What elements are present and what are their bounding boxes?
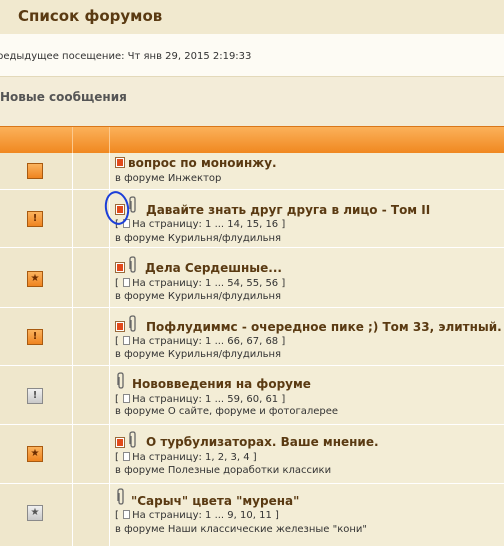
- table-header: [0, 126, 504, 154]
- topic-pagination[interactable]: [ На страницу: 1 ... 59, 60, 61 ]: [115, 394, 285, 405]
- unread-post-icon[interactable]: [115, 262, 125, 273]
- topic-title-link[interactable]: Давайте знать друг друга в лицо - Том II: [146, 203, 430, 217]
- topic-title-link[interactable]: Нововведения на форуме: [132, 377, 311, 391]
- page-title[interactable]: Список форумов: [18, 7, 162, 25]
- topic-forum[interactable]: в форуме Курильня/флудильня: [115, 291, 281, 302]
- table-row: ! Давайте знать друг друга в лицо - Том …: [0, 190, 504, 248]
- topic-forum[interactable]: в форуме Курильня/флудильня: [115, 349, 281, 360]
- table-row: ★ Дела Сердешные... [ На страницу: 1 ...…: [0, 248, 504, 308]
- attachment-icon: [117, 488, 124, 505]
- page-icon: [123, 394, 131, 403]
- attachment-icon: [129, 256, 136, 273]
- attachment-icon: [129, 315, 136, 332]
- page-header: Список форумов: [0, 0, 504, 35]
- table-row: ★ "Сарыч" цвета "мурена" [ На страницу: …: [0, 484, 504, 547]
- topic-pagination[interactable]: [ На страницу: 1 ... 14, 15, 16 ]: [115, 219, 285, 230]
- topic-hot-icon: !: [27, 329, 43, 345]
- page-icon: [123, 278, 131, 287]
- table-row: ! Пофлудиммс - очередное пике ;) Том 33,…: [0, 308, 504, 366]
- topic-forum[interactable]: в форуме Наши классические железные "кон…: [115, 524, 367, 535]
- attachment-icon: [117, 372, 124, 389]
- table-row: ! Нововведения на форуме [ На страницу: …: [0, 366, 504, 425]
- topic-title-link[interactable]: "Сарыч" цвета "мурена": [131, 494, 299, 508]
- topic-title-link[interactable]: О турбулизаторах. Ваше мнение.: [146, 435, 379, 449]
- table-row: ★ О турбулизаторах. Ваше мнение. [ На ст…: [0, 425, 504, 484]
- topic-title-link[interactable]: вопрос по моноинжу.: [128, 156, 277, 170]
- attachment-icon: [129, 431, 136, 448]
- topic-hot-icon: !: [27, 211, 43, 227]
- unread-post-icon[interactable]: [115, 321, 125, 332]
- topic-pagination[interactable]: [ На страницу: 1 ... 54, 55, 56 ]: [115, 278, 285, 289]
- topic-sticky-read-icon: ★: [27, 505, 43, 521]
- topic-title-link[interactable]: Дела Сердешные...: [145, 261, 282, 275]
- topic-pagination[interactable]: [ На страницу: 1, 2, 3, 4 ]: [115, 452, 257, 463]
- topic-pagination[interactable]: [ На страницу: 1 ... 9, 10, 11 ]: [115, 510, 279, 521]
- topic-read-icon: [27, 163, 43, 179]
- topic-sticky-icon: ★: [27, 271, 43, 287]
- page-icon: [123, 452, 131, 461]
- section-title: Новые сообщения: [0, 90, 127, 104]
- unread-post-icon[interactable]: [115, 157, 125, 168]
- last-visit-text: редыдущее посещение: Чт янв 29, 2015 2:1…: [0, 51, 252, 62]
- last-visit-bar: редыдущее посещение: Чт янв 29, 2015 2:1…: [0, 34, 504, 77]
- table-row: вопрос по моноинжу. в форуме Инжектор: [0, 153, 504, 190]
- topic-title-link[interactable]: Пофлудиммс - очередное пике ;) Том 33, э…: [146, 320, 502, 334]
- topic-forum[interactable]: в форуме Инжектор: [115, 173, 221, 184]
- topic-pagination[interactable]: [ На страницу: 1 ... 66, 67, 68 ]: [115, 336, 285, 347]
- unread-post-icon[interactable]: [115, 437, 125, 448]
- page-icon: [123, 336, 131, 345]
- column-divider: [109, 127, 110, 153]
- section-header: Новые сообщения: [0, 77, 504, 126]
- topic-forum[interactable]: в форуме Курильня/флудильня: [115, 233, 281, 244]
- topic-forum[interactable]: в форуме Полезные доработки классики: [115, 465, 331, 476]
- topic-sticky-icon: ★: [27, 446, 43, 462]
- topic-hot-read-icon: !: [27, 388, 43, 404]
- page-icon: [123, 510, 131, 519]
- topic-forum[interactable]: в форуме О сайте, форуме и фотогалерее: [115, 406, 338, 417]
- column-divider: [72, 127, 73, 153]
